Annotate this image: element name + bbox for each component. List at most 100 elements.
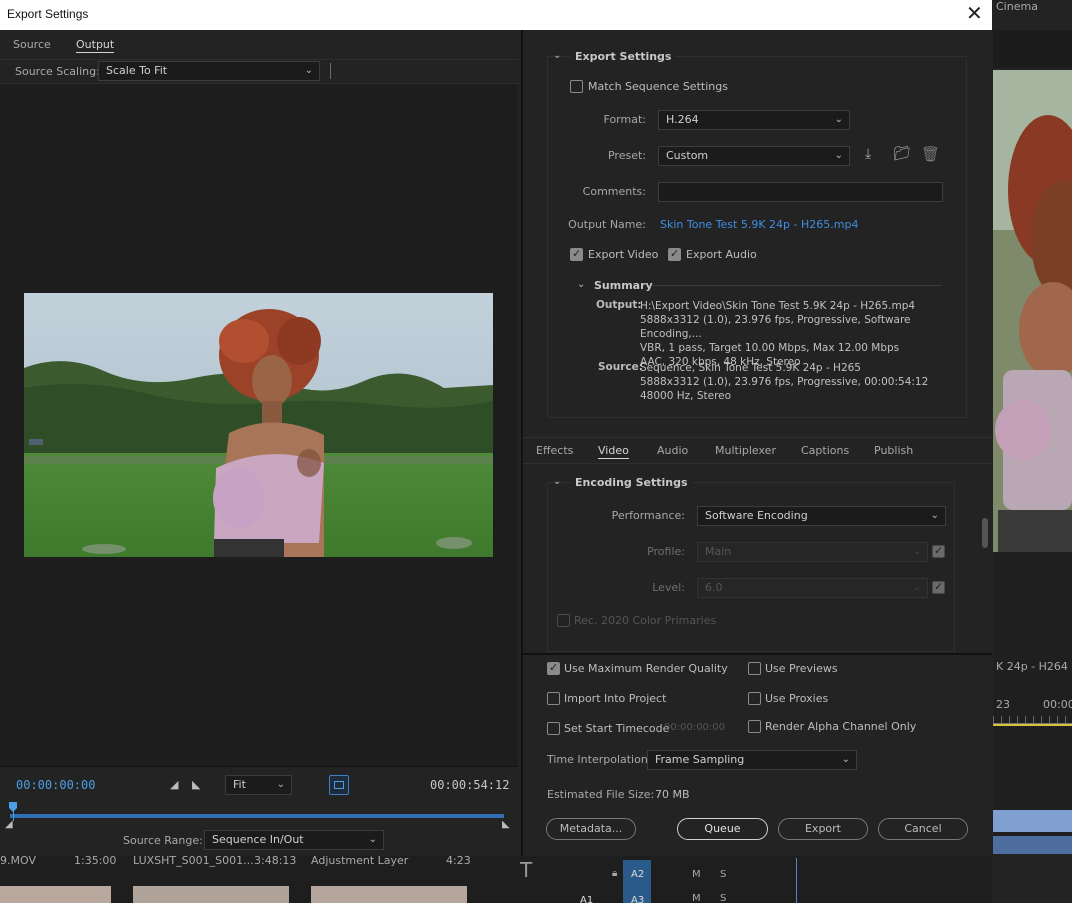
bin-thumbnail[interactable] (0, 886, 111, 903)
time-interpolation-label: Time Interpolation: (547, 753, 652, 766)
encoding-settings-header: Encoding Settings (571, 476, 692, 489)
export-video-checkbox[interactable] (570, 247, 583, 261)
lock-icon[interactable]: 🔒︎ (612, 868, 617, 879)
render-alpha-checkbox[interactable] (748, 720, 761, 733)
chevron-down-icon: ⌄ (912, 546, 921, 557)
collapse-icon[interactable]: ⌄ (553, 476, 561, 487)
zoom-value: Fit (233, 778, 246, 791)
type-tool-icon[interactable]: T (520, 858, 532, 882)
tab-audio[interactable]: Audio (657, 444, 688, 457)
preset-dropdown[interactable]: Custom ⌄ (658, 146, 850, 166)
use-proxies-label[interactable]: Use Proxies (765, 692, 828, 705)
tab-multiplexer[interactable]: Multiplexer (715, 444, 776, 457)
summary-header: Summary (594, 279, 653, 292)
estimated-size-label: Estimated File Size: (547, 788, 655, 801)
video-preview-frame (24, 293, 493, 557)
summary-output-line: 5888x3312 (1.0), 23.976 fps, Progressive… (640, 314, 911, 340)
bin-thumbnail[interactable] (311, 886, 467, 903)
summary-source-label: Source: (598, 361, 643, 373)
export-settings-header: Export Settings (571, 50, 676, 63)
profile-dropdown[interactable]: Main ⌄ (697, 542, 928, 562)
max-render-quality-checkbox[interactable] (547, 661, 560, 675)
close-icon[interactable]: ✕ (966, 3, 983, 23)
match-sequence-label[interactable]: Match Sequence Settings (588, 80, 728, 93)
level-dropdown[interactable]: 6.0 ⌄ (697, 578, 928, 598)
duration-timecode: 00:00:54:12 (430, 778, 510, 792)
import-into-project-label[interactable]: Import Into Project (564, 692, 666, 705)
source-scaling-value: Scale To Fit (106, 64, 168, 77)
match-sequence-checkbox[interactable] (570, 80, 583, 93)
format-dropdown[interactable]: H.264 ⌄ (658, 110, 850, 130)
bin-thumbnail[interactable] (133, 886, 289, 903)
estimated-size-value: 70 MB (655, 788, 690, 801)
in-point-handle[interactable]: ◢ (5, 819, 13, 830)
start-timecode-value[interactable]: 00:00:00:00 (664, 722, 725, 733)
track-a1-label[interactable]: A1 (580, 895, 593, 903)
time-interpolation-dropdown[interactable]: Frame Sampling ⌄ (647, 750, 857, 770)
set-start-timecode-checkbox[interactable] (547, 722, 560, 735)
rec2020-checkbox[interactable] (557, 614, 570, 627)
background-cinema-text: Cinema (996, 0, 1038, 13)
max-render-quality-label[interactable]: Use Maximum Render Quality (564, 662, 728, 675)
mute-button[interactable]: M (692, 893, 701, 903)
use-proxies-checkbox[interactable] (748, 692, 761, 705)
settings-scrollbar[interactable] (981, 464, 989, 652)
export-audio-label[interactable]: Export Audio (686, 248, 757, 261)
render-alpha-label[interactable]: Render Alpha Channel Only (765, 720, 916, 733)
summary-source-block: Sequence, Skin Tone Test 5.9K 24p - H265… (640, 361, 950, 403)
summary-source-line: 5888x3312 (1.0), 23.976 fps, Progressive… (640, 376, 929, 388)
import-into-project-checkbox[interactable] (547, 692, 560, 705)
performance-label: Performance: (611, 509, 685, 522)
chevron-down-icon: ⌄ (930, 510, 939, 521)
metadata-button[interactable]: Metadata... (546, 818, 636, 840)
queue-button[interactable]: Queue (677, 818, 768, 840)
source-scaling-dropdown[interactable]: Scale To Fit ⌄ (98, 61, 320, 81)
mute-button[interactable]: M (692, 869, 701, 880)
export-video-label[interactable]: Export Video (588, 248, 658, 261)
profile-checkbox[interactable] (932, 544, 945, 558)
source-scaling-label: Source Scaling: (15, 65, 100, 78)
playhead-line (13, 811, 14, 821)
chevron-down-icon: ⌄ (304, 65, 313, 76)
out-point-handle[interactable]: ◣ (502, 819, 510, 830)
save-preset-icon[interactable]: ⤓ (865, 146, 871, 162)
scrollbar-thumb[interactable] (982, 518, 988, 548)
set-out-point-icon[interactable]: ◣ (192, 778, 200, 791)
collapse-icon[interactable]: ⌄ (553, 50, 561, 61)
tab-publish[interactable]: Publish (874, 444, 913, 457)
background-yellow-bar (993, 724, 1072, 726)
tab-source[interactable]: Source (13, 38, 51, 51)
cancel-button[interactable]: Cancel (878, 818, 968, 840)
use-previews-label[interactable]: Use Previews (765, 662, 838, 675)
solo-button[interactable]: S (720, 893, 726, 903)
source-range-dropdown[interactable]: Sequence In/Out ⌄ (204, 830, 384, 850)
tab-video[interactable]: Video (598, 444, 629, 459)
comments-input[interactable] (658, 182, 943, 202)
work-area-bar[interactable] (10, 814, 504, 818)
current-timecode[interactable]: 00:00:00:00 (16, 778, 95, 792)
tab-captions[interactable]: Captions (801, 444, 849, 457)
tab-effects[interactable]: Effects (536, 444, 573, 457)
zoom-dropdown[interactable]: Fit ⌄ (225, 775, 292, 795)
background-clip-2 (993, 836, 1072, 854)
delete-preset-icon[interactable]: 🗑︎ (921, 145, 940, 163)
divider (652, 285, 942, 286)
export-button[interactable]: Export (778, 818, 868, 840)
level-checkbox[interactable] (932, 580, 945, 594)
use-previews-checkbox[interactable] (748, 662, 761, 675)
background-program-monitor-frame (993, 70, 1072, 552)
profile-value: Main (705, 545, 732, 558)
import-preset-icon[interactable]: 📁︎ (893, 146, 911, 162)
set-in-point-icon[interactable]: ◢ (170, 778, 178, 791)
aspect-ratio-icon[interactable] (329, 775, 349, 795)
solo-button[interactable]: S (720, 869, 726, 880)
performance-dropdown[interactable]: Software Encoding ⌄ (697, 506, 946, 526)
output-name-link[interactable]: Skin Tone Test 5.9K 24p - H265.mp4 (660, 218, 858, 231)
summary-output-label: Output: (596, 299, 642, 311)
track-a3-label[interactable]: A3 (631, 895, 644, 903)
track-a2-label[interactable]: A2 (631, 869, 644, 880)
tab-output[interactable]: Output (76, 38, 115, 53)
collapse-icon[interactable]: ⌄ (577, 279, 585, 290)
set-start-timecode-label[interactable]: Set Start Timecode (564, 722, 669, 735)
export-audio-checkbox[interactable] (668, 247, 681, 261)
